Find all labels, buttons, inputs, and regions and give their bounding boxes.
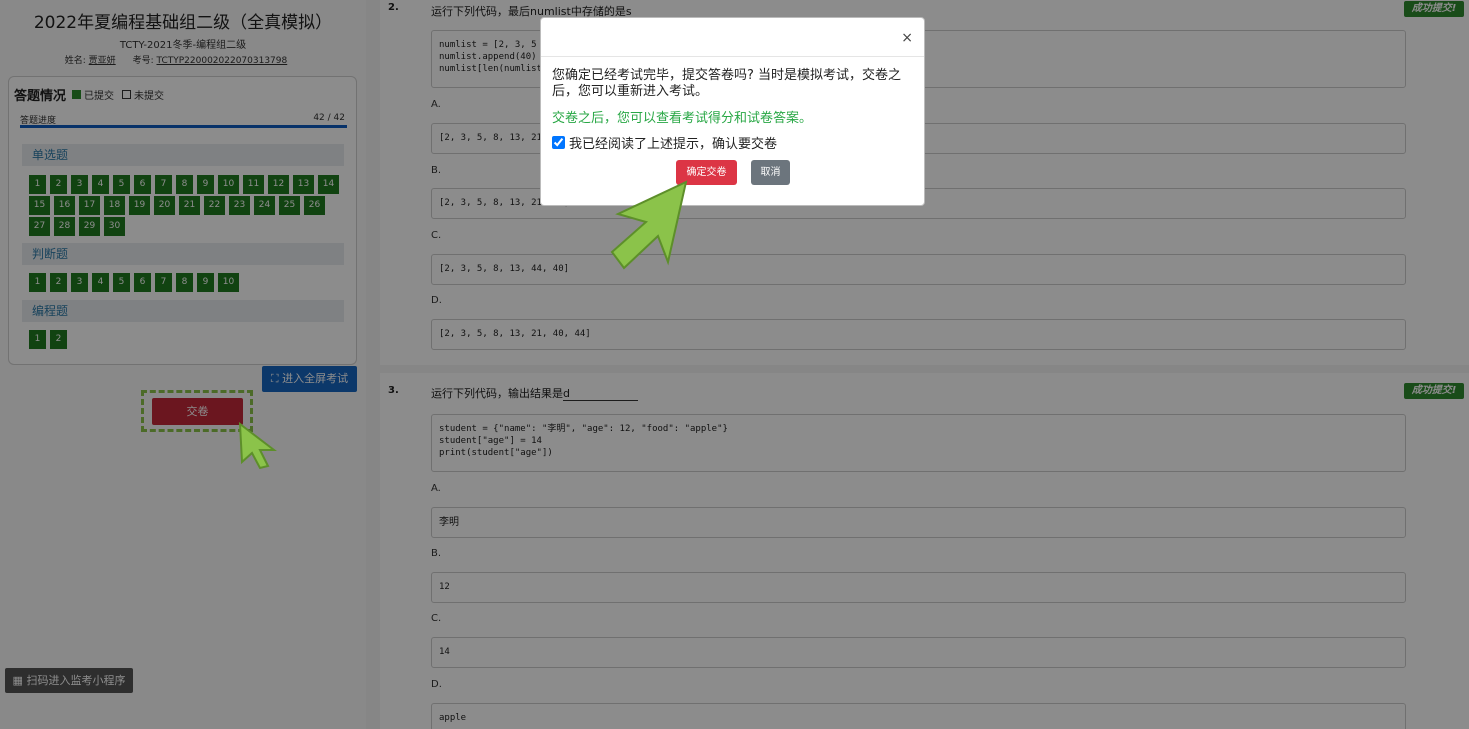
hint-arrow-icon [610, 180, 688, 270]
confirm-read-label: 我已经阅读了上述提示，确认要交卷 [569, 137, 778, 152]
close-icon[interactable]: × [901, 30, 913, 46]
dialog-divider [541, 56, 924, 57]
confirm-read-checkbox-row[interactable]: 我已经阅读了上述提示，确认要交卷 [552, 133, 777, 152]
confirm-read-checkbox[interactable] [552, 136, 565, 149]
dialog-note: 交卷之后，您可以查看考试得分和试卷答案。 [552, 111, 813, 126]
submit-confirm-dialog: × 您确定已经考试完毕，提交答卷吗? 当时是模拟考试，交卷之后，您可以重新进入考… [540, 17, 925, 206]
dialog-message: 您确定已经考试完毕，提交答卷吗? 当时是模拟考试，交卷之后，您可以重新进入考试。 [552, 68, 902, 99]
cancel-button[interactable]: 取消 [751, 160, 790, 185]
hint-arrow-icon [238, 421, 277, 470]
